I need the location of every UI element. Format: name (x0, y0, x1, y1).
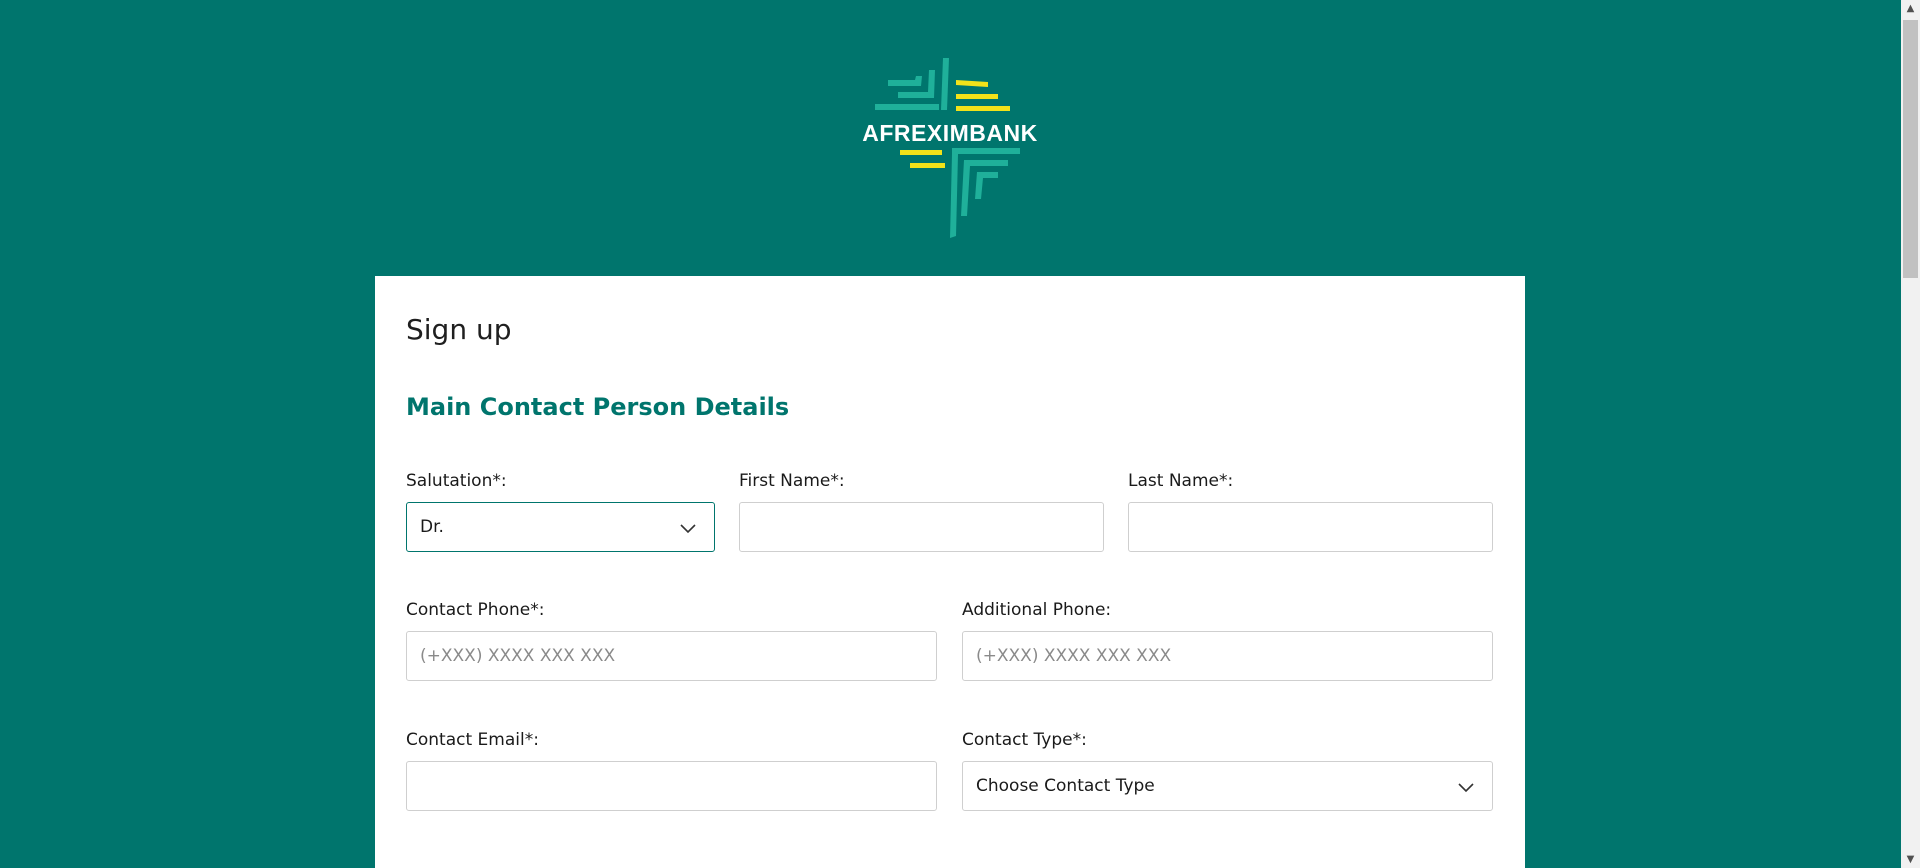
contact-phone-label: Contact Phone*: (406, 600, 545, 620)
contact-phone-field: Contact Phone*: (406, 599, 937, 681)
chevron-down-icon (1456, 777, 1476, 797)
page-title: Sign up (406, 313, 512, 346)
section-title: Main Contact Person Details (406, 393, 790, 421)
scrollbar-thumb[interactable] (1903, 20, 1918, 278)
afreximbank-logo: AFREXIMBANK (860, 56, 1040, 241)
signup-card: Sign up Main Contact Person Details Salu… (375, 276, 1525, 868)
contact-type-label: Contact Type*: (962, 730, 1087, 750)
contact-email-input[interactable] (406, 761, 937, 811)
vertical-scrollbar[interactable]: ▲ ▼ (1901, 0, 1920, 868)
contact-type-value: Choose Contact Type (976, 776, 1155, 796)
last-name-input[interactable] (1128, 502, 1493, 552)
salutation-value: Dr. (420, 517, 444, 537)
brand-name: AFREXIMBANK (862, 120, 1038, 146)
salutation-field: Salutation*: Dr. (406, 470, 715, 552)
scroll-down-arrow-icon[interactable]: ▼ (1901, 851, 1920, 868)
logo-graphic (875, 58, 1020, 238)
chevron-down-icon (678, 518, 698, 538)
last-name-label: Last Name*: (1128, 471, 1234, 491)
first-name-input[interactable] (739, 502, 1104, 552)
contact-phone-input[interactable] (406, 631, 937, 681)
contact-type-field: Contact Type*: Choose Contact Type (962, 729, 1493, 811)
last-name-field: Last Name*: (1128, 470, 1493, 552)
first-name-label: First Name*: (739, 471, 845, 491)
additional-phone-label: Additional Phone: (962, 600, 1112, 620)
salutation-label: Salutation*: (406, 471, 507, 491)
contact-email-field: Contact Email*: (406, 729, 937, 811)
contact-email-label: Contact Email*: (406, 730, 539, 750)
first-name-field: First Name*: (739, 470, 1104, 552)
scroll-up-arrow-icon[interactable]: ▲ (1901, 0, 1920, 17)
salutation-select[interactable]: Dr. (406, 502, 715, 552)
additional-phone-field: Additional Phone: (962, 599, 1493, 681)
additional-phone-input[interactable] (962, 631, 1493, 681)
contact-type-select[interactable]: Choose Contact Type (962, 761, 1493, 811)
